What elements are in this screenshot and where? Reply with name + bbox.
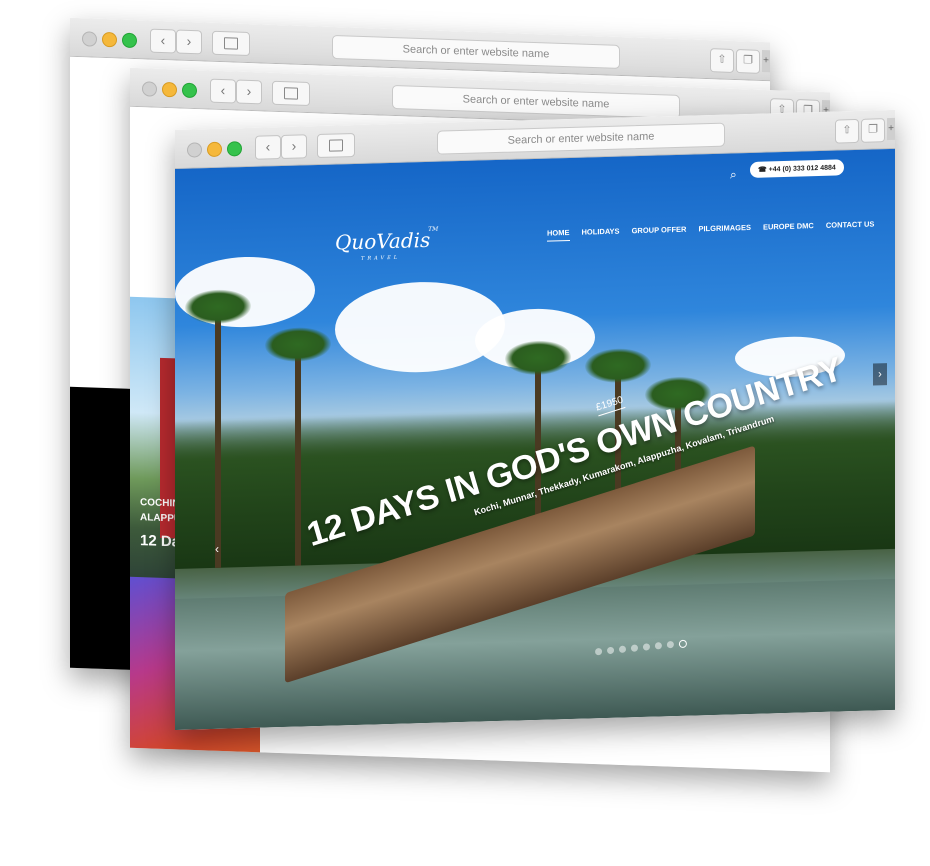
new-tab-button[interactable]: + bbox=[887, 117, 895, 141]
sidebar-toggle-icon[interactable] bbox=[212, 30, 250, 57]
search-icon[interactable]: ⌕ bbox=[730, 167, 737, 182]
forward-button[interactable]: › bbox=[236, 79, 262, 105]
minimize-window-button[interactable] bbox=[102, 31, 117, 48]
minimize-window-button[interactable] bbox=[207, 141, 222, 158]
nav-group-offer[interactable]: GROUP OFFER bbox=[632, 225, 687, 240]
back-button[interactable]: ‹ bbox=[150, 28, 176, 54]
sidebar-toggle-icon[interactable] bbox=[272, 80, 310, 107]
zoom-window-button[interactable] bbox=[122, 32, 137, 49]
nav-pilgrimages[interactable]: PILGRIMAGES bbox=[698, 223, 751, 237]
address-bar[interactable]: Search or enter website name bbox=[437, 122, 725, 155]
site-logo[interactable]: QuoVadis TM TRAVEL bbox=[335, 226, 438, 262]
tabs-button[interactable]: ❐ bbox=[861, 118, 885, 143]
close-window-button[interactable] bbox=[187, 142, 202, 158]
minimize-window-button[interactable] bbox=[162, 81, 177, 98]
hero-slider: ⌕ ☎ +44 (0) 333 012 4884 QuoVadis TM TRA… bbox=[175, 148, 895, 731]
sidebar-toggle-icon[interactable] bbox=[317, 132, 355, 159]
address-bar[interactable]: Search or enter website name bbox=[392, 84, 680, 119]
logo-text: QuoVadis bbox=[335, 227, 431, 255]
back-button[interactable]: ‹ bbox=[210, 78, 236, 104]
nav-holidays[interactable]: HOLIDAYS bbox=[582, 227, 620, 241]
slider-next-button[interactable]: › bbox=[873, 363, 887, 386]
nav-home[interactable]: HOME bbox=[547, 227, 570, 242]
palm-tree bbox=[215, 307, 221, 568]
palm-tree bbox=[295, 345, 301, 566]
slider-dot[interactable] bbox=[678, 639, 688, 649]
address-bar[interactable]: Search or enter website name bbox=[332, 34, 620, 69]
nav-contact-us[interactable]: CONTACT US bbox=[826, 219, 875, 233]
share-button[interactable]: ⇧ bbox=[710, 48, 734, 73]
browser-window-front: ‹ › Search or enter website name ⇧ ❐ + ⌕… bbox=[175, 109, 895, 731]
nav-europe-dmc[interactable]: EUROPE DMC bbox=[763, 221, 814, 235]
new-tab-button[interactable]: + bbox=[762, 49, 770, 73]
phone-button[interactable]: ☎ +44 (0) 333 012 4884 bbox=[750, 159, 844, 178]
slider-dot[interactable] bbox=[642, 643, 651, 651]
slider-dot[interactable] bbox=[618, 645, 627, 654]
back-button[interactable]: ‹ bbox=[255, 135, 281, 160]
slider-dot[interactable] bbox=[594, 647, 603, 656]
share-button[interactable]: ⇧ bbox=[835, 118, 859, 144]
zoom-window-button[interactable] bbox=[227, 141, 242, 157]
main-nav: HOME HOLIDAYS GROUP OFFER PILGRIMAGES EU… bbox=[547, 219, 875, 242]
close-window-button[interactable] bbox=[82, 31, 97, 47]
logo-subtitle: TRAVEL bbox=[361, 254, 401, 262]
close-window-button[interactable] bbox=[142, 81, 157, 97]
zoom-window-button[interactable] bbox=[182, 82, 197, 99]
slider-dot[interactable] bbox=[654, 641, 663, 650]
tabs-button[interactable]: ❐ bbox=[736, 49, 760, 74]
logo-tm: TM bbox=[428, 225, 439, 233]
slider-dot[interactable] bbox=[606, 646, 615, 655]
forward-button[interactable]: › bbox=[281, 134, 307, 160]
forward-button[interactable]: › bbox=[176, 29, 202, 55]
slider-dot[interactable] bbox=[630, 644, 639, 652]
slider-dot[interactable] bbox=[666, 640, 675, 649]
slider-prev-button[interactable]: ‹ bbox=[215, 542, 219, 556]
